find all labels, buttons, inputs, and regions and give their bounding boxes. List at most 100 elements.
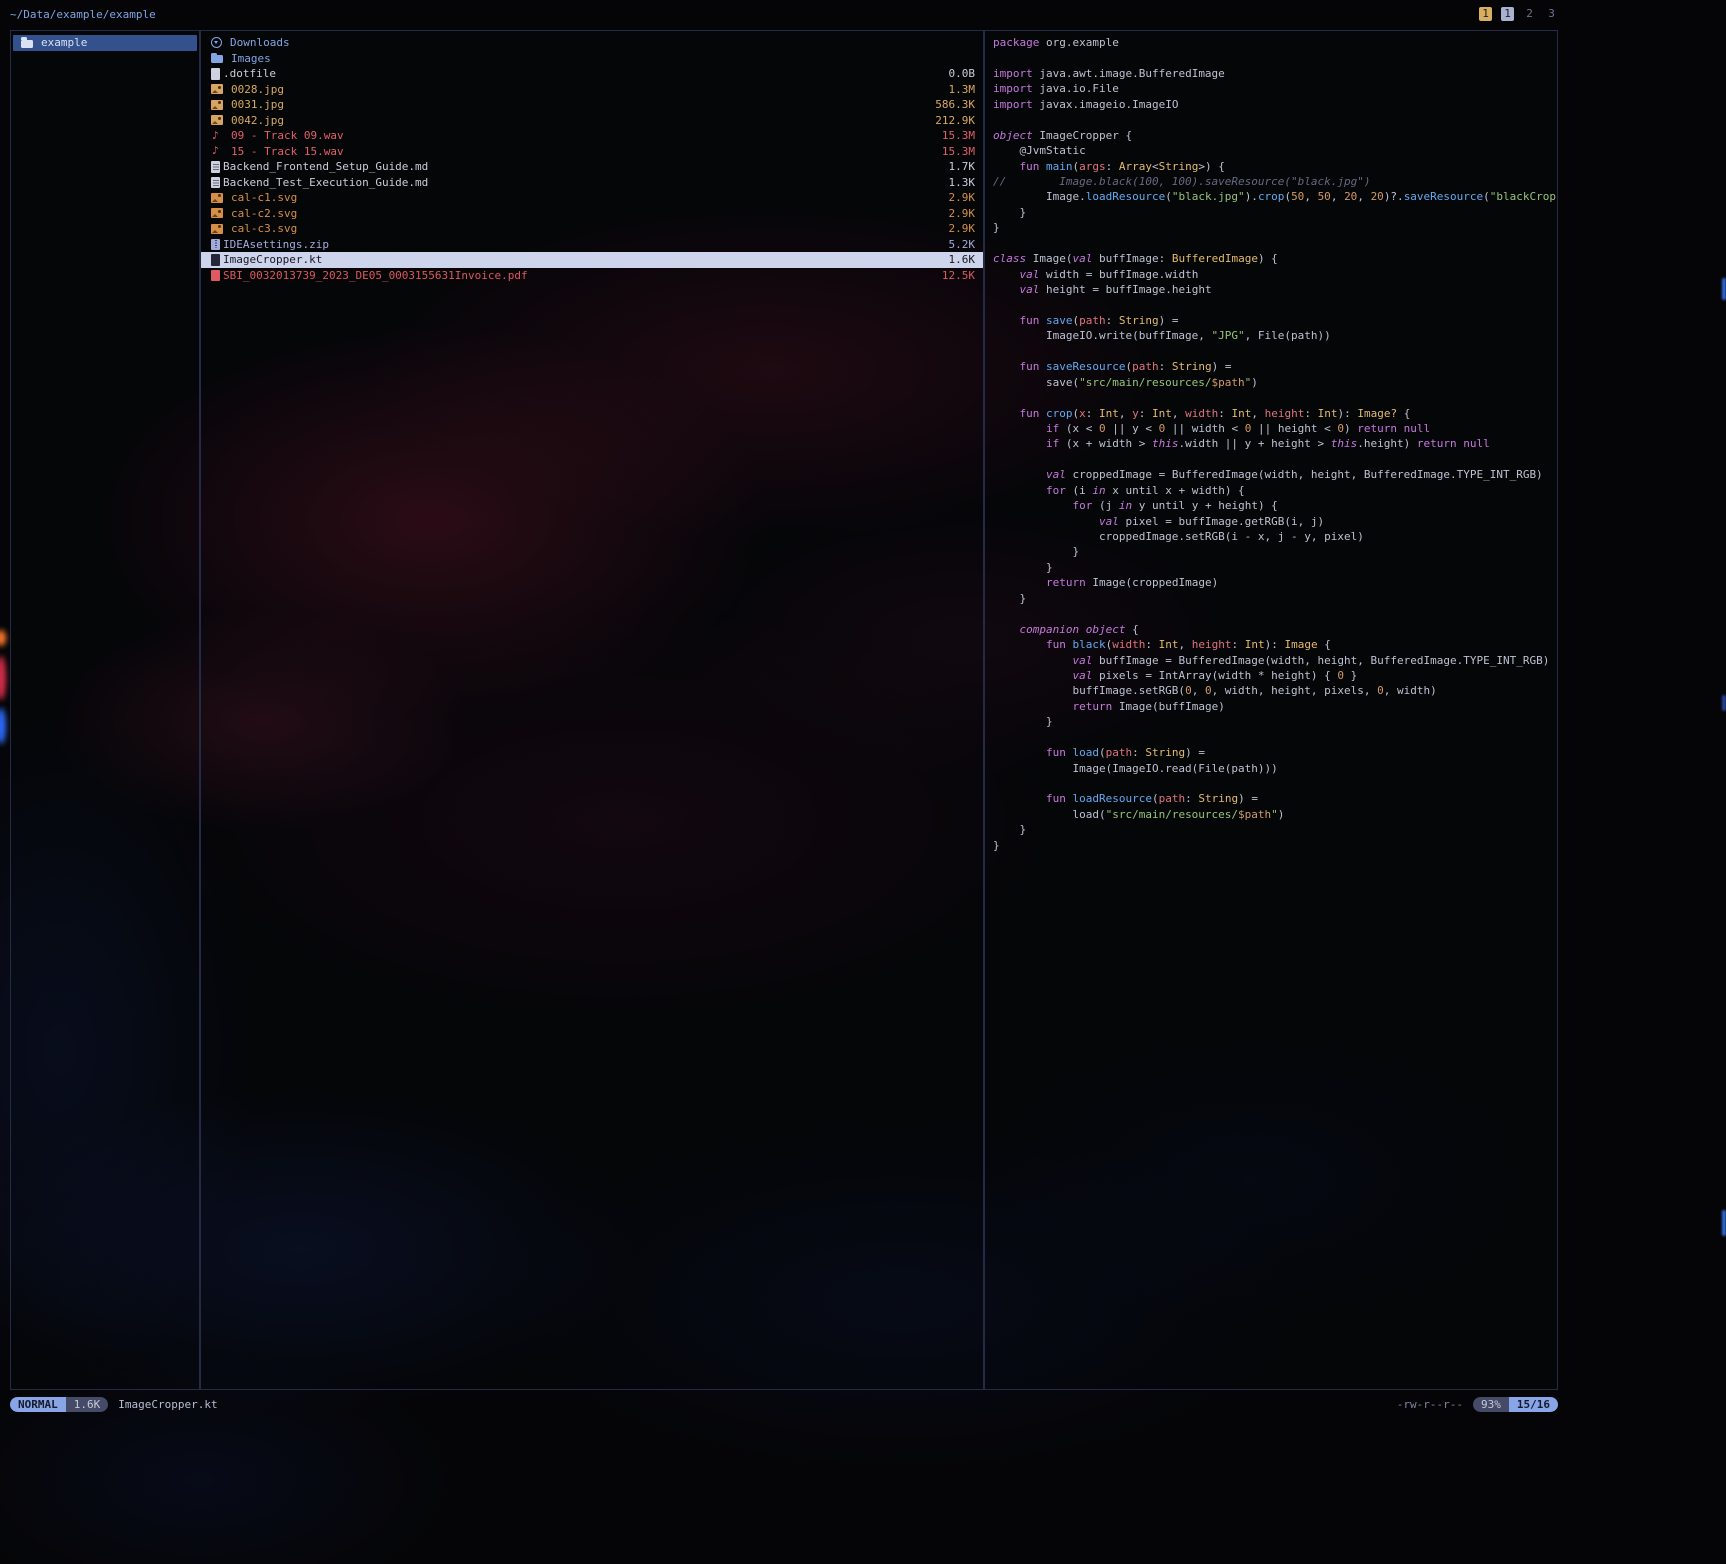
code-line: package org.example (993, 35, 1557, 50)
file-row[interactable]: ImageCropper.kt 1.6K (201, 252, 983, 268)
status-filename: ImageCropper.kt (118, 1398, 217, 1411)
file-row[interactable]: cal-c3.svg2.9K (201, 221, 983, 237)
file-row[interactable]: Images (201, 51, 983, 67)
image-icon (211, 224, 223, 234)
file-preview-pane[interactable]: package org.example import java.awt.imag… (984, 30, 1558, 1390)
image-icon (211, 115, 223, 125)
file-size: 0.0B (949, 67, 976, 80)
image-icon (211, 193, 223, 203)
code-line (993, 776, 1557, 791)
code-line: companion object { (993, 622, 1557, 637)
code-line: import javax.imageio.ImageIO (993, 97, 1557, 112)
code-line: } (993, 544, 1557, 559)
file-name: cal-c1.svg (231, 191, 941, 204)
file-row[interactable]: SBI_0032013739_2023_DE05_0003155631Invoi… (201, 268, 983, 284)
download-icon (211, 37, 222, 48)
code-line: save("src/main/resources/$path") (993, 375, 1557, 390)
image-icon (211, 208, 223, 218)
code-line: fun crop(x: Int, y: Int, width: Int, hei… (993, 406, 1557, 421)
zip-icon (211, 239, 220, 251)
kotlin-icon (211, 254, 220, 266)
code-line: Image(ImageIO.read(File(path))) (993, 761, 1557, 776)
file-name: 09 - Track 09.wav (231, 129, 934, 142)
file-name: ImageCropper.kt (223, 253, 941, 266)
file-name: Backend_Frontend_Setup_Guide.md (223, 160, 941, 173)
top-bar: ~/Data/example/example 1123 (10, 4, 1558, 24)
tab-3[interactable]: 3 (1545, 7, 1558, 21)
file-name: 0042.jpg (231, 114, 927, 127)
code-line: val height = buffImage.height (993, 282, 1557, 297)
tab-1[interactable]: 1 (1501, 7, 1514, 21)
breadcrumb-path: ~/Data/example/example (10, 8, 156, 21)
file-size: 1.3M (949, 83, 976, 96)
code-line: val croppedImage = BufferedImage(width, … (993, 467, 1557, 482)
code-line (993, 390, 1557, 405)
status-right: -rw-r--r-- 93% 15/16 (1397, 1397, 1558, 1412)
code-line: } (993, 714, 1557, 729)
code-line: croppedImage.setRGB(i - x, j - y, pixel) (993, 529, 1557, 544)
image-icon (211, 100, 223, 110)
file-row[interactable]: .dotfile 0.0B (201, 66, 983, 82)
tab-count-badge[interactable]: 1 (1479, 7, 1492, 21)
code-line: for (i in x until x + width) { (993, 483, 1557, 498)
file-size: 5.2K (949, 238, 976, 251)
code-line: val width = buffImage.width (993, 267, 1557, 282)
code-line: ImageIO.write(buffImage, "JPG", File(pat… (993, 328, 1557, 343)
file-name: Downloads (230, 36, 967, 49)
markdown-icon (211, 161, 220, 173)
markdown-icon (211, 177, 220, 189)
status-bar: NORMAL 1.6K ImageCropper.kt -rw-r--r-- 9… (10, 1396, 1558, 1412)
folder-icon (211, 55, 223, 63)
file-size: 12.5K (942, 269, 975, 282)
code-line: load("src/main/resources/$path") (993, 807, 1557, 822)
code-line: object ImageCropper { (993, 128, 1557, 143)
code-line: // Image.black(100, 100).saveResource("b… (993, 174, 1557, 189)
code-line: Image.loadResource("black.jpg").crop(50,… (993, 189, 1557, 204)
file-permissions: -rw-r--r-- (1397, 1398, 1463, 1411)
file-row[interactable]: cal-c2.svg2.9K (201, 206, 983, 222)
code-line: import java.awt.image.BufferedImage (993, 66, 1557, 81)
code-line: fun black(width: Int, height: Int): Imag… (993, 637, 1557, 652)
file-row[interactable]: Backend_Test_Execution_Guide.md1.3K (201, 175, 983, 191)
code-line: for (j in y until y + height) { (993, 498, 1557, 513)
code-line (993, 730, 1557, 745)
file-row[interactable]: cal-c1.svg 2.9K (201, 190, 983, 206)
file-row[interactable]: 15 - Track 15.wav 15.3M (201, 144, 983, 160)
code-line: } (993, 205, 1557, 220)
wallpaper-edge-highlight (1722, 278, 1726, 300)
file-row[interactable]: 0031.jpg 586.3K (201, 97, 983, 113)
code-line (993, 606, 1557, 621)
file-list-pane[interactable]: DownloadsImages.dotfile0.0B0028.jpg1.3M0… (200, 30, 984, 1390)
file-row[interactable]: 09 - Track 09.wav15.3M (201, 128, 983, 144)
code-line: return Image(buffImage) (993, 699, 1557, 714)
code-line: val pixel = buffImage.getRGB(i, j) (993, 514, 1557, 529)
code-line (993, 236, 1557, 251)
file-size: 2.9K (949, 191, 976, 204)
file-size: 586.3K (935, 98, 975, 111)
file-row[interactable]: IDEAsettings.zip 5.2K (201, 237, 983, 253)
file-name: Images (231, 52, 967, 65)
parent-directory-pane[interactable]: example (10, 30, 200, 1390)
file-name: cal-c2.svg (231, 207, 941, 220)
file-row[interactable]: Downloads (201, 35, 983, 51)
file-name: 15 - Track 15.wav (231, 145, 934, 158)
tab-bar: 1123 (1470, 7, 1558, 21)
file-row[interactable]: 0028.jpg1.3M (201, 82, 983, 98)
tab-2[interactable]: 2 (1523, 7, 1536, 21)
file-name: SBI_0032013739_2023_DE05_0003155631Invoi… (223, 269, 934, 282)
code-line: } (993, 838, 1557, 853)
file-row[interactable]: Backend_Frontend_Setup_Guide.md1.7K (201, 159, 983, 175)
code-line: } (993, 220, 1557, 235)
file-size: 15.3M (942, 145, 975, 158)
code-line: fun saveResource(path: String) = (993, 359, 1557, 374)
file-name: .dotfile (223, 67, 941, 80)
file-name: 0031.jpg (231, 98, 927, 111)
file-size: 1.6K (949, 253, 976, 266)
code-line: if (x < 0 || y < 0 || width < 0 || heigh… (993, 421, 1557, 436)
code-line: val buffImage = BufferedImage(width, hei… (993, 653, 1557, 668)
file-name: IDEAsettings.zip (223, 238, 941, 251)
file-row[interactable]: 0042.jpg212.9K (201, 113, 983, 129)
parent-dir-item[interactable]: example (13, 35, 197, 51)
code-line: fun load(path: String) = (993, 745, 1557, 760)
doc-icon (211, 68, 220, 80)
